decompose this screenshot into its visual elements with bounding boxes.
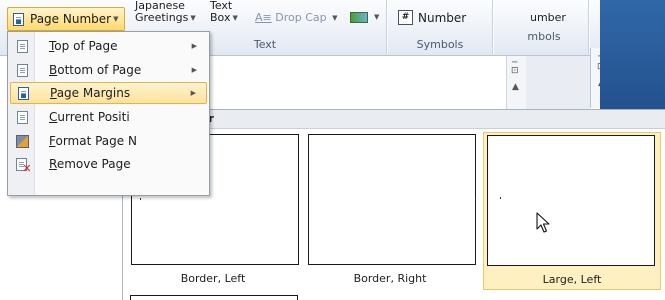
group-separator (386, 0, 387, 54)
chevron-down-icon[interactable]: ▼ (374, 13, 379, 21)
group-separator (492, 0, 493, 54)
number-icon: # (398, 10, 413, 25)
chevron-down-icon: ▼ (190, 14, 196, 22)
menu-item-label: Top of Page (49, 39, 118, 53)
submenu-arrow-icon: ▶ (191, 42, 197, 50)
mouse-cursor-icon (536, 212, 550, 233)
gallery-thumbnail-next-row[interactable] (130, 295, 298, 300)
page-number-mark (475, 198, 476, 200)
gallery-item-caption: Border, Left (180, 272, 246, 285)
menu-item-bottom-of-page[interactable]: Bottom of Page ▶ (10, 59, 207, 81)
number-label: Number (418, 10, 467, 25)
symbols-partial-label: mbols (527, 30, 561, 43)
page-number-label: Page Number (30, 12, 112, 26)
menu-item-label: Bottom of Page (49, 63, 142, 77)
chevron-down-icon: ▼ (332, 14, 338, 22)
gallery-item-border-right[interactable]: Border, Right (301, 132, 479, 290)
page-number-menu: Top of Page ▶ Bottom of Page ▶ Page Marg… (7, 31, 210, 196)
drop-cap-label: Drop Cap (275, 11, 327, 24)
page-number-icon (13, 12, 24, 26)
gallery-background (526, 56, 590, 112)
vertical-scrollbar[interactable]: ─ ⊡ ▲ (506, 56, 526, 112)
symbols-group-label: Symbols (416, 38, 464, 51)
page-margins-icon (17, 86, 29, 100)
menu-item-remove-page-numbers[interactable]: ✕ Remove Page (10, 153, 207, 175)
gallery-thumbnail (308, 134, 476, 265)
gallery-expand-icon[interactable]: ⊡ (511, 66, 519, 76)
submenu-arrow-icon: ▶ (191, 66, 197, 74)
number-button[interactable]: # Number (398, 10, 466, 25)
scroll-up-arrow-icon[interactable]: ▲ (512, 82, 519, 92)
menu-item-label: Remove Page (49, 157, 131, 171)
number-partial-label: umber (530, 11, 566, 24)
wordart-icon[interactable] (350, 12, 368, 23)
page-top-icon (16, 39, 28, 53)
drop-cap-icon: A≡ (255, 11, 272, 24)
chevron-down-icon: ▼ (232, 14, 238, 22)
page-bottom-icon (16, 63, 28, 77)
japanese-greetings-button[interactable]: Japanese Greetings ▼ (135, 0, 196, 24)
page-number-mark (140, 198, 141, 200)
remove-page-numbers-icon: ✕ (15, 157, 32, 174)
gallery-item-caption: Border, Right (353, 272, 427, 285)
group-separator (588, 0, 589, 54)
menu-item-label: Format Page N (49, 134, 137, 148)
gallery-item-large-left[interactable]: Large, Left (483, 132, 661, 290)
menu-item-format-page-numbers[interactable]: Format Page N (10, 130, 207, 152)
text-box-button[interactable]: Text Box ▼ (210, 0, 238, 24)
menu-item-current-position[interactable]: Current Positi (10, 106, 207, 128)
page-number-button[interactable]: Page Number ▼ (7, 7, 125, 31)
submenu-arrow-icon: ▶ (190, 89, 196, 97)
format-page-numbers-icon (15, 134, 29, 148)
gallery-thumbnail (487, 135, 655, 266)
gallery-item-caption: Large, Left (542, 273, 602, 286)
menu-item-label: Page Margins (50, 86, 131, 100)
menu-item-top-of-page[interactable]: Top of Page ▶ (10, 35, 207, 57)
page-number-mark (500, 197, 501, 199)
menu-item-page-margins[interactable]: Page Margins ▶ (10, 82, 207, 104)
japanese-greetings-line2: Greetings (135, 11, 189, 24)
text-group-label: Text (253, 38, 277, 51)
menu-item-label: Current Positi (49, 110, 130, 124)
drop-cap-button[interactable]: A≡ Drop Cap ▼ (255, 12, 338, 24)
current-position-icon (16, 110, 28, 124)
chevron-down-icon: ▼ (113, 15, 119, 23)
side-panel (600, 0, 665, 110)
text-box-line2: Box (210, 11, 231, 24)
